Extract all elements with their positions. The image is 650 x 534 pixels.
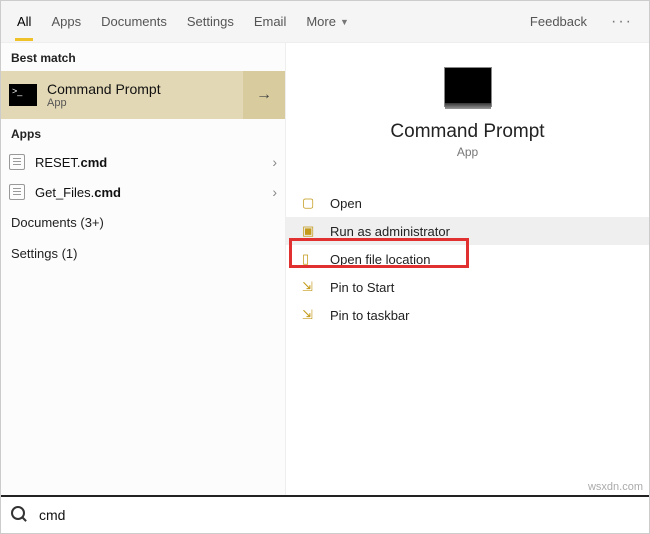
expand-arrow-button[interactable]: → xyxy=(243,71,285,119)
app-preview: Command Prompt App xyxy=(286,67,649,159)
preview-panel: Command Prompt App ▢ Open ▣ Run as admin… xyxy=(286,43,649,495)
action-run-as-administrator[interactable]: ▣ Run as administrator xyxy=(286,217,649,245)
tab-label: Email xyxy=(254,14,287,29)
action-label: Open xyxy=(330,196,362,211)
tab-documents[interactable]: Documents xyxy=(91,1,177,43)
app-result-item[interactable]: Get_Files.cmd › xyxy=(1,177,285,207)
tab-all[interactable]: All xyxy=(7,1,41,43)
filter-tabs: All Apps Documents Settings Email More▼ … xyxy=(1,1,649,43)
best-match-sub: App xyxy=(47,97,243,109)
shield-icon: ▣ xyxy=(302,223,318,239)
open-icon: ▢ xyxy=(302,195,318,211)
feedback-link[interactable]: Feedback xyxy=(516,14,601,29)
tab-label: Documents xyxy=(101,14,167,29)
cmd-file-icon xyxy=(9,154,25,170)
command-prompt-icon xyxy=(9,84,37,106)
app-result-label: RESET.cmd xyxy=(35,155,272,170)
search-input[interactable] xyxy=(39,507,649,523)
tab-label: More xyxy=(306,14,336,29)
more-options-button[interactable]: ··· xyxy=(601,13,643,31)
chevron-down-icon: ▼ xyxy=(340,17,349,27)
action-label: Run as administrator xyxy=(330,224,450,239)
tab-more[interactable]: More ▼ xyxy=(296,1,359,43)
app-result-label: Get_Files.cmd xyxy=(35,185,272,200)
folder-icon: ▯ xyxy=(302,251,318,267)
preview-title: Command Prompt xyxy=(286,121,649,143)
search-icon xyxy=(11,506,29,524)
best-match-item[interactable]: Command Prompt App → xyxy=(1,71,285,119)
action-pin-to-start[interactable]: ⇲ Pin to Start xyxy=(286,273,649,301)
tab-email[interactable]: Email xyxy=(244,1,297,43)
action-label: Pin to Start xyxy=(330,280,394,295)
chevron-right-icon: › xyxy=(272,154,277,170)
documents-category[interactable]: Documents (3+) xyxy=(1,207,285,238)
tab-label: Settings xyxy=(187,14,234,29)
results-panel: Best match Command Prompt App → Apps RES… xyxy=(1,43,286,495)
settings-category[interactable]: Settings (1) xyxy=(1,238,285,269)
watermark: wsxdn.com xyxy=(588,481,643,493)
apps-header: Apps xyxy=(1,119,285,147)
action-pin-to-taskbar[interactable]: ⇲ Pin to taskbar xyxy=(286,301,649,329)
tab-apps[interactable]: Apps xyxy=(41,1,91,43)
app-result-item[interactable]: RESET.cmd › xyxy=(1,147,285,177)
chevron-right-icon: › xyxy=(272,184,277,200)
preview-subtitle: App xyxy=(286,145,649,159)
command-prompt-large-icon xyxy=(444,67,492,107)
pin-icon: ⇲ xyxy=(302,307,318,323)
actions-list: ▢ Open ▣ Run as administrator ▯ Open fil… xyxy=(286,189,649,329)
tab-label: All xyxy=(17,14,31,29)
cmd-file-icon xyxy=(9,184,25,200)
action-open-file-location[interactable]: ▯ Open file location xyxy=(286,245,649,273)
action-open[interactable]: ▢ Open xyxy=(286,189,649,217)
best-match-header: Best match xyxy=(1,43,285,71)
tab-label: Apps xyxy=(51,14,81,29)
main-area: Best match Command Prompt App → Apps RES… xyxy=(1,43,649,495)
feedback-label: Feedback xyxy=(530,14,587,29)
best-match-text: Command Prompt App xyxy=(47,81,243,109)
best-match-title: Command Prompt xyxy=(47,81,243,97)
search-bar xyxy=(1,495,649,533)
action-label: Open file location xyxy=(330,252,430,267)
pin-icon: ⇲ xyxy=(302,279,318,295)
tab-settings[interactable]: Settings xyxy=(177,1,244,43)
action-label: Pin to taskbar xyxy=(330,308,410,323)
